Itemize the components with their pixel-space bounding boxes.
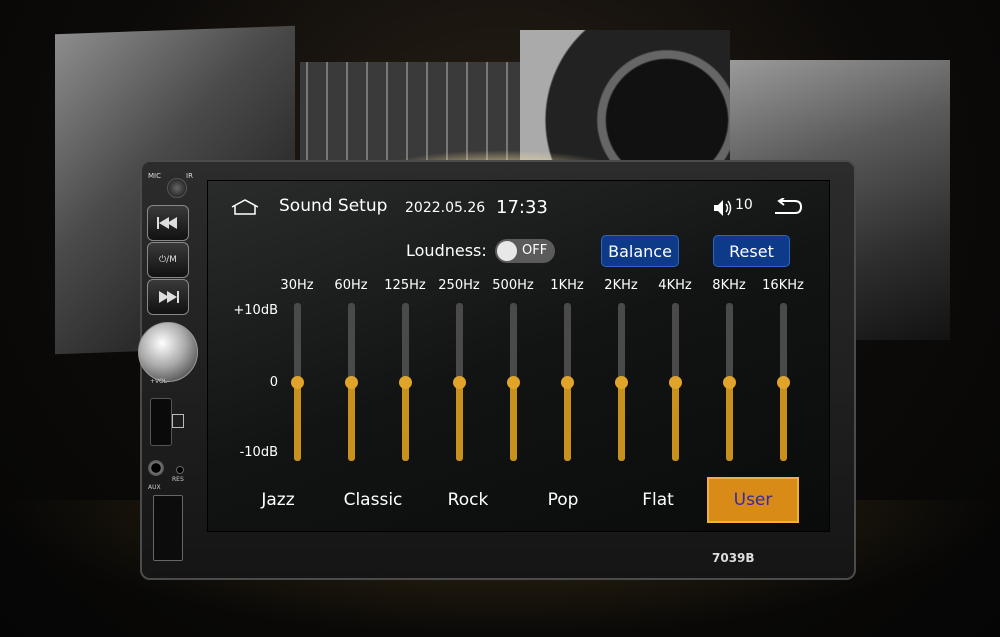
db-label-min: -10dB: [239, 445, 278, 460]
preset-jazz[interactable]: Jazz: [232, 477, 324, 523]
eq-slider-thumb[interactable]: [615, 376, 628, 389]
preset-rock[interactable]: Rock: [422, 477, 514, 523]
band-freq-label: 2KHz: [604, 278, 638, 293]
loudness-state: OFF: [522, 243, 548, 258]
eq-slider-thumb[interactable]: [561, 376, 574, 389]
balance-button[interactable]: Balance: [601, 235, 679, 267]
toggle-knob: [497, 241, 517, 261]
volume-icon[interactable]: [713, 199, 733, 217]
eq-slider-fill: [726, 382, 733, 461]
page-title: Sound Setup: [279, 196, 388, 216]
band-freq-label: 125Hz: [384, 278, 426, 293]
eq-slider-thumb[interactable]: [777, 376, 790, 389]
band-freq-label: 16KHz: [762, 278, 804, 293]
model-label: 7039B: [712, 551, 755, 565]
prev-track-button[interactable]: [147, 205, 189, 241]
reset-button[interactable]: Reset: [713, 235, 790, 267]
next-track-icon: [159, 291, 179, 303]
eq-slider-fill: [780, 382, 787, 461]
eq-slider-fill: [672, 382, 679, 461]
aux-jack[interactable]: [148, 460, 164, 476]
preset-classic[interactable]: Classic: [327, 477, 419, 523]
eq-slider-fill: [618, 382, 625, 461]
eq-slider-fill: [294, 382, 301, 461]
reset-pinhole[interactable]: [176, 466, 184, 474]
eq-slider-fill: [510, 382, 517, 461]
eq-slider-thumb[interactable]: [669, 376, 682, 389]
prev-track-icon: [157, 217, 177, 229]
eq-slider-thumb[interactable]: [399, 376, 412, 389]
ir-label: IR: [186, 172, 193, 180]
aux-label: AUX: [148, 484, 161, 491]
power-mode-label: ⏻/M: [159, 255, 177, 265]
eq-slider-thumb[interactable]: [291, 376, 304, 389]
eq-slider-thumb[interactable]: [345, 376, 358, 389]
band-freq-label: 1KHz: [550, 278, 584, 293]
band-freq-label: 4KHz: [658, 278, 692, 293]
db-label-max: +10dB: [233, 303, 278, 318]
band-freq-label: 250Hz: [438, 278, 480, 293]
band-freq-label: 30Hz: [280, 278, 314, 293]
loudness-label: Loudness:: [406, 241, 487, 260]
eq-slider-fill: [402, 382, 409, 461]
preset-pop[interactable]: Pop: [517, 477, 609, 523]
band-freq-label: 500Hz: [492, 278, 534, 293]
loudness-toggle[interactable]: OFF: [495, 239, 555, 263]
time-display: 17:33: [496, 197, 548, 218]
power-mode-button[interactable]: ⏻/M: [147, 242, 189, 278]
eq-slider-thumb[interactable]: [453, 376, 466, 389]
home-icon[interactable]: [231, 199, 259, 215]
eq-slider-thumb[interactable]: [507, 376, 520, 389]
eq-slider-fill: [456, 382, 463, 461]
volume-level: 10: [735, 197, 753, 213]
db-label-zero: 0: [269, 375, 278, 390]
mic-label: MIC: [148, 172, 161, 180]
mic-sensor: [167, 178, 187, 198]
preset-user[interactable]: User: [707, 477, 799, 523]
volume-knob-label: +VOL-: [150, 378, 170, 385]
preset-flat[interactable]: Flat: [612, 477, 704, 523]
touch-screen: Sound Setup 2022.05.26 17:33 10 Loudness…: [207, 180, 830, 532]
eq-slider-thumb[interactable]: [723, 376, 736, 389]
sd-card-icon: [172, 414, 184, 428]
band-freq-label: 60Hz: [334, 278, 368, 293]
next-track-button[interactable]: [147, 279, 189, 315]
eq-slider-fill: [564, 382, 571, 461]
date-display: 2022.05.26: [405, 200, 486, 216]
res-label: RES: [172, 476, 184, 483]
sd-card-slot[interactable]: [150, 398, 172, 446]
eq-slider-fill: [348, 382, 355, 461]
back-icon[interactable]: [771, 198, 803, 216]
band-freq-label: 8KHz: [712, 278, 746, 293]
usb-port[interactable]: [153, 495, 183, 561]
volume-knob[interactable]: [138, 322, 198, 382]
